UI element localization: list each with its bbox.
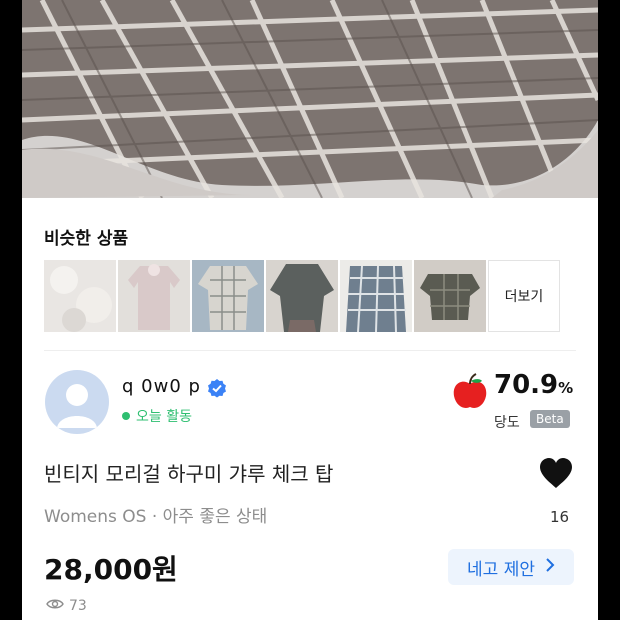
seller-activity-text: 오늘 활동	[136, 409, 192, 425]
like-count: 16	[550, 508, 570, 526]
product-photo[interactable]	[22, 0, 598, 198]
heart-icon[interactable]	[538, 456, 574, 494]
verified-badge-icon	[207, 378, 227, 402]
product-title: 빈티지 모리걸 하구미 갸루 체크 탑	[44, 462, 334, 486]
active-dot-icon	[122, 412, 130, 420]
section-divider	[44, 350, 576, 351]
see-more-button[interactable]: 더보기	[488, 260, 560, 332]
sweetness-score: 70.9%	[494, 370, 574, 400]
sweetness-label: 당도	[494, 415, 520, 431]
similar-products-title: 비슷한 상품	[44, 229, 129, 249]
seller-activity: 오늘 활동	[122, 406, 192, 426]
offer-button-label: 네고 제안	[467, 559, 535, 580]
similar-product-thumb[interactable]	[44, 260, 116, 332]
eye-icon	[46, 598, 64, 614]
offer-button[interactable]: 네고 제안	[448, 549, 574, 585]
view-count: 73	[46, 598, 87, 614]
seller-name[interactable]: q 0w0 p	[122, 376, 201, 397]
product-detail-card: 비슷한 상품 더보기 q 0w0 p 오늘 활동 70.9% 당도 Beta 빈…	[22, 198, 598, 620]
similar-product-thumb[interactable]	[340, 260, 412, 332]
similar-product-thumb[interactable]	[192, 260, 264, 332]
beta-badge: Beta	[530, 410, 570, 428]
chevron-right-icon	[545, 557, 555, 578]
similar-product-thumb[interactable]	[118, 260, 190, 332]
similar-product-thumb[interactable]	[414, 260, 486, 332]
similar-products-list: 더보기	[44, 260, 560, 332]
product-price: 28,000원	[44, 553, 178, 586]
apple-icon	[450, 372, 490, 416]
seller-avatar[interactable]	[45, 370, 109, 434]
similar-product-thumb[interactable]	[266, 260, 338, 332]
view-count-value: 73	[69, 598, 87, 614]
product-meta: Womens OS · 아주 좋은 상태	[44, 507, 268, 527]
